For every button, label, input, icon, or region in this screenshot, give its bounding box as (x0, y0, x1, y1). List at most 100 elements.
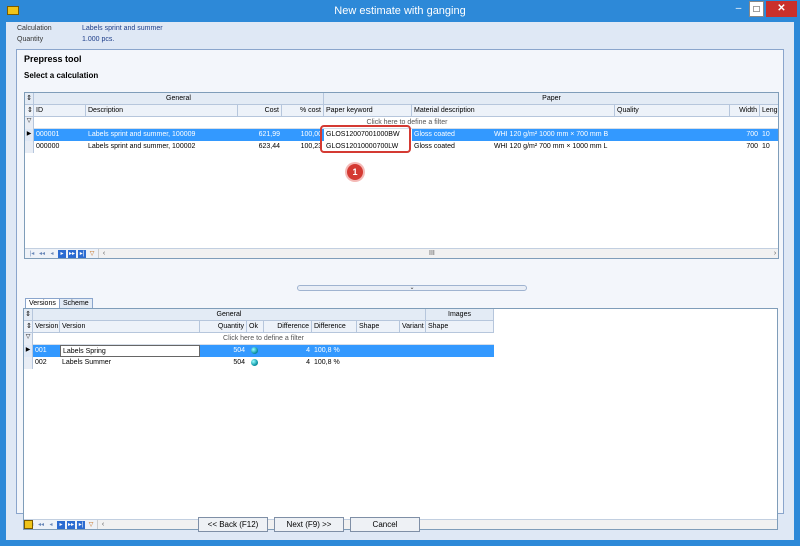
col-difference-pct[interactable]: Difference (312, 321, 357, 333)
minimize-button[interactable]: – (731, 1, 746, 17)
grid-navigator: |◂ ◂◂ ◂ ▸ ▸▸ ▸| ▽ ‹ III › (25, 248, 778, 258)
cell-material: Gloss coated (414, 143, 455, 150)
cell-description: Labels sprint and summer, 100002 (88, 143, 196, 150)
panel-title: Prepress tool (24, 54, 82, 64)
next-page-button[interactable]: ▸▸ (67, 521, 75, 529)
cell-version-name[interactable]: Labels Spring (60, 345, 200, 357)
versions-grid[interactable]: ⇕ General Images ⇕ Version Version Quant… (23, 308, 778, 530)
filter-button[interactable]: ▽ (87, 521, 95, 529)
col-cost[interactable]: Cost (238, 105, 282, 117)
filter-row[interactable]: Click here to define a filter (33, 333, 494, 345)
row-indicator-icon: ▶ (24, 345, 33, 357)
col-id[interactable]: ID (34, 105, 86, 117)
col-material-description[interactable]: Material description (412, 105, 615, 117)
cancel-button[interactable]: Cancel (350, 517, 420, 532)
cell-difference-pct: 100,8 % (314, 347, 340, 354)
col-quality[interactable]: Quality (615, 105, 730, 117)
cell-difference-pct: 100,8 % (314, 359, 340, 366)
next-record-button[interactable]: ▸ (57, 521, 65, 529)
row-gutter (25, 141, 34, 153)
gutter-header: ⇕ (25, 93, 34, 105)
cell-version-code: 001 (35, 347, 47, 354)
group-general: General (33, 309, 426, 321)
cell-description: Labels sprint and summer, 100009 (88, 131, 196, 138)
cell-length: 10 (762, 131, 770, 138)
splitter-handle[interactable]: ⌄ (297, 285, 527, 291)
next-button[interactable]: Next (F9) >> (274, 517, 344, 532)
next-page-button[interactable]: ▸▸ (68, 250, 76, 258)
col-difference[interactable]: Difference (264, 321, 312, 333)
ok-status-icon (251, 347, 258, 354)
cell-quality: WHI 120 g/m² 700 mm × 1000 mm L (494, 143, 608, 150)
help-icon[interactable] (24, 520, 33, 529)
col-length[interactable]: Leng (760, 105, 778, 117)
col-description[interactable]: Description (86, 105, 238, 117)
first-record-button[interactable]: |◂ (28, 250, 36, 258)
calculation-value: Labels sprint and summer (82, 25, 163, 32)
prepress-panel: Prepress tool Select a calculation ⇕ Gen… (16, 49, 784, 530)
scroll-left-icon[interactable]: ‹ (99, 249, 109, 258)
title-bar: New estimate with ganging – □ ✕ (0, 0, 800, 22)
panel-subtitle: Select a calculation (24, 71, 99, 80)
col-shape[interactable]: Shape (357, 321, 400, 333)
filter-button[interactable]: ▽ (88, 250, 96, 258)
col-ok[interactable]: Ok (247, 321, 264, 333)
col-paper-keyword[interactable]: Paper keyword (324, 105, 412, 117)
last-record-button[interactable]: ▸| (78, 250, 86, 258)
back-button[interactable]: << Back (F12) (198, 517, 268, 532)
maximize-button[interactable]: □ (749, 1, 764, 17)
cell-cost: 621,99 (258, 131, 280, 138)
col-image-shape[interactable]: Shape (426, 321, 494, 333)
gutter-col: ⇕ (25, 105, 34, 117)
quantity-label: Quantity (17, 36, 44, 43)
col-version-code[interactable]: Version (33, 321, 60, 333)
cell-quantity: 504 (233, 359, 245, 366)
cell-id: 000000 (36, 143, 60, 150)
table-row[interactable]: ▶ 001 Labels Spring 504 4 100,8 % (24, 345, 494, 357)
scroll-right-icon[interactable]: › (770, 249, 778, 258)
group-paper: Paper (324, 93, 778, 105)
cell-width: 700 (746, 143, 758, 150)
filter-icon: ▽ (24, 333, 33, 345)
cell-cost: 623,44 (258, 143, 280, 150)
ok-status-icon (251, 359, 258, 366)
cell-version-name: Labels Summer (62, 359, 112, 366)
cell-difference: 4 (306, 359, 310, 366)
callout-badge: 1 (347, 164, 363, 180)
last-record-button[interactable]: ▸| (77, 521, 85, 529)
cell-length: 10 (762, 143, 770, 150)
row-indicator-icon: ▶ (25, 129, 34, 141)
cell-width: 700 (746, 131, 758, 138)
prev-record-button[interactable]: ◂ (48, 250, 56, 258)
cell-quantity: 504 (233, 347, 245, 354)
table-row[interactable]: 002 Labels Summer 504 4 100,8 % (24, 357, 494, 369)
calculation-label: Calculation (17, 25, 52, 32)
filter-icon: ▽ (25, 117, 34, 129)
quantity-value: 1.000 pcs. (82, 36, 115, 43)
col-width[interactable]: Width (730, 105, 760, 117)
close-button[interactable]: ✕ (766, 1, 797, 17)
cell-version-code: 002 (35, 359, 47, 366)
cell-difference: 4 (306, 347, 310, 354)
col-version-name[interactable]: Version (60, 321, 200, 333)
scroll-left-icon[interactable]: ‹ (98, 520, 108, 529)
gutter-header: ⇕ (24, 309, 33, 321)
next-record-button[interactable]: ▸ (58, 250, 66, 258)
scroll-grip[interactable]: III (429, 249, 435, 258)
cell-quality: WHI 120 g/m² 1000 mm × 700 mm B (494, 131, 609, 138)
gutter-col: ⇕ (24, 321, 33, 333)
group-general: General (34, 93, 324, 105)
cell-material: Gloss coated (414, 131, 455, 138)
dialog-client: Calculation Labels sprint and summer Qua… (6, 22, 794, 540)
horizontal-scrollbar[interactable]: ‹ III › (98, 249, 778, 258)
row-gutter (24, 357, 33, 369)
prev-record-button[interactable]: ◂ (47, 521, 55, 529)
calculation-grid[interactable]: ⇕ General Paper ⇕ ID Description Cost % … (24, 92, 779, 259)
col-pct-cost[interactable]: % cost (282, 105, 324, 117)
prev-page-button[interactable]: ◂◂ (38, 250, 46, 258)
col-variant[interactable]: Variant (400, 321, 426, 333)
cell-pct-cost: 100,00 (300, 131, 322, 138)
col-quantity[interactable]: Quantity (200, 321, 247, 333)
prev-page-button[interactable]: ◂◂ (37, 521, 45, 529)
highlight-callout (320, 125, 411, 153)
